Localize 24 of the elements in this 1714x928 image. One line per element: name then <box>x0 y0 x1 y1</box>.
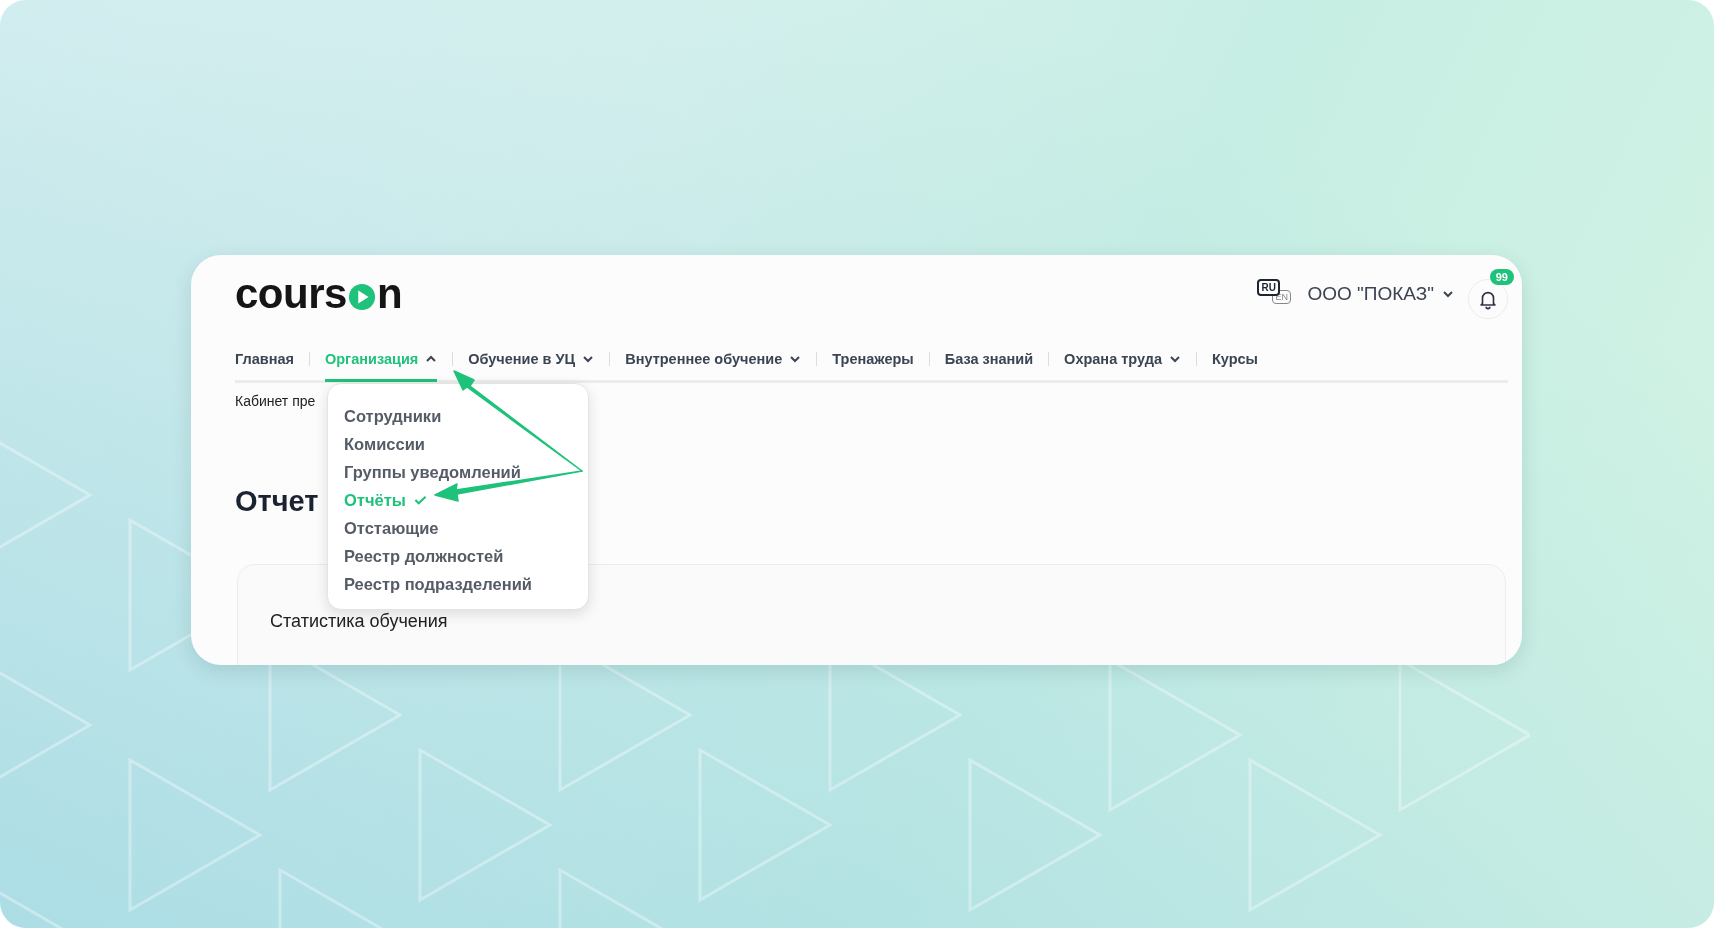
page-title: Отчет <box>235 485 319 518</box>
logo[interactable]: cours n <box>235 270 403 318</box>
nav-tab[interactable]: Главная <box>235 339 294 382</box>
nav-tab[interactable]: Внутреннее обучение <box>625 339 802 382</box>
organization-selector[interactable]: ООО "ПОКАЗ" <box>1307 283 1454 305</box>
notifications-button[interactable] <box>1468 279 1508 319</box>
stats-card-title: Статистика обучения <box>270 611 449 632</box>
menu-item[interactable]: Реестр подразделений <box>344 570 532 598</box>
menu-item[interactable]: Сотрудники <box>344 402 442 430</box>
nav-tab[interactable]: Тренажеры <box>832 339 914 382</box>
nav-tab[interactable]: Обучение в УЦ <box>468 339 595 382</box>
breadcrumb: Кабинет пре <box>235 393 317 409</box>
nav-tab[interactable]: Курсы <box>1211 339 1258 382</box>
language-option[interactable]: RU <box>1257 279 1280 296</box>
notification-badge: 99 <box>1489 269 1514 285</box>
menu-item[interactable]: Реестр должностей <box>344 542 504 570</box>
menu-item[interactable]: Группы уведомлений <box>344 458 521 486</box>
play-circle-icon <box>347 283 376 311</box>
menu-item[interactable]: Комиссии <box>344 430 425 458</box>
nav-tab[interactable]: База знаний <box>944 339 1034 382</box>
nav-tab[interactable]: Охрана труда <box>1064 339 1181 382</box>
menu-item[interactable]: Отстающие <box>344 514 439 542</box>
checkmark-icon <box>413 495 427 505</box>
chevron-down-icon <box>1442 290 1454 298</box>
